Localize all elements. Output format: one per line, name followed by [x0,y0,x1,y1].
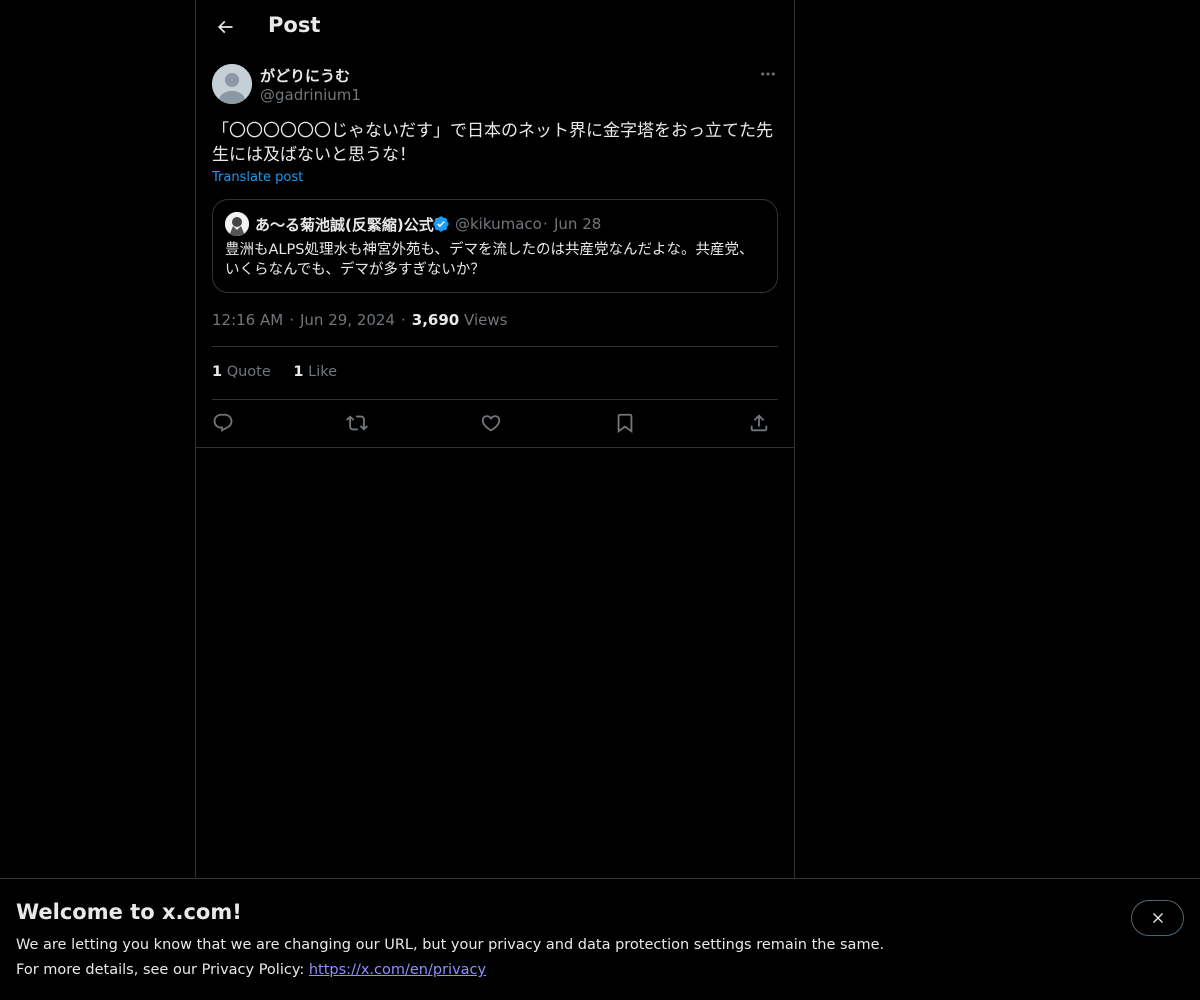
reply-button[interactable] [210,410,236,436]
share-button[interactable] [746,410,772,436]
quote-avatar [225,212,249,236]
back-button[interactable] [208,10,242,44]
quotes-label: Quote [226,364,271,380]
page-title: Post [268,13,321,37]
views-label: Views [464,311,508,329]
views-count: 3,690 [411,311,460,329]
post-date[interactable]: Jun 29, 2024 [300,311,395,329]
url-change-banner: Welcome to x.com! We are letting you kno… [0,878,1200,1000]
repost-button[interactable] [344,410,370,436]
avatar[interactable] [212,64,252,104]
verified-badge-icon [433,216,449,232]
post-author: がどりにうむ @gadrinium1 [212,64,778,108]
post-column: Post がどりにうむ @gadrinium1 「〇〇〇〇〇〇じゃないだす」で日… [195,0,795,878]
meta-separator: · [289,311,294,329]
privacy-policy-link[interactable]: https://x.com/en/privacy [309,962,486,978]
share-icon [750,414,768,432]
quotes-stat[interactable]: 1 Quote [212,364,271,380]
quote-author-handle: @kikumaco [455,215,542,233]
more-options-button[interactable] [758,64,778,84]
quote-avatar-icon [225,212,249,236]
more-icon [761,72,775,76]
quote-date: Jun 28 [554,215,602,233]
banner-details-text: For more details, see our Privacy Policy… [16,962,309,978]
author-name[interactable]: がどりにうむ [260,65,350,86]
quote-author-name: あ〜る菊池誠(反緊縮)公式 [255,216,434,234]
post-metadata: 12:16 AM · Jun 29, 2024 · 3,690 Views [212,311,507,331]
author-handle[interactable]: @gadrinium1 [260,86,361,104]
translate-post-link[interactable]: Translate post [212,170,303,185]
reply-icon [213,413,233,432]
likes-label: Like [308,364,338,380]
banner-close-button[interactable] [1131,900,1184,936]
post-stats: 1 Quote 1 Like [212,364,355,384]
quoted-post[interactable]: あ〜る菊池誠(反緊縮)公式 @kikumaco · Jun 28 豊洲もALPS… [212,199,778,293]
repost-icon [346,415,368,431]
likes-count: 1 [293,364,304,380]
divider [196,447,794,448]
divider [212,399,778,400]
divider [212,346,778,347]
post-header: Post [196,0,794,54]
bookmark-icon [617,413,633,434]
banner-message: We are letting you know that we are chan… [16,937,885,953]
quotes-count: 1 [212,364,223,380]
likes-stat[interactable]: 1 Like [293,364,337,380]
quote-separator: · [543,215,548,233]
bookmark-button[interactable] [612,410,638,436]
default-avatar-icon [212,64,252,104]
post-text: 「〇〇〇〇〇〇じゃないだす」で日本のネット界に金字塔をおっ立てた先生には及ばない… [212,121,773,165]
quote-text: 豊洲もALPS処理水も神宮外苑も、デマを流したのは共産党なんだよな。共産党、いく… [225,242,754,278]
meta-separator: · [401,311,406,329]
post-actions [212,410,778,436]
banner-details: For more details, see our Privacy Policy… [16,962,486,978]
like-icon [481,415,501,432]
arrow-left-icon [217,20,233,34]
post-time[interactable]: 12:16 AM [212,311,283,329]
like-button[interactable] [478,410,504,436]
close-icon [1152,913,1163,923]
banner-title: Welcome to x.com! [16,900,242,924]
